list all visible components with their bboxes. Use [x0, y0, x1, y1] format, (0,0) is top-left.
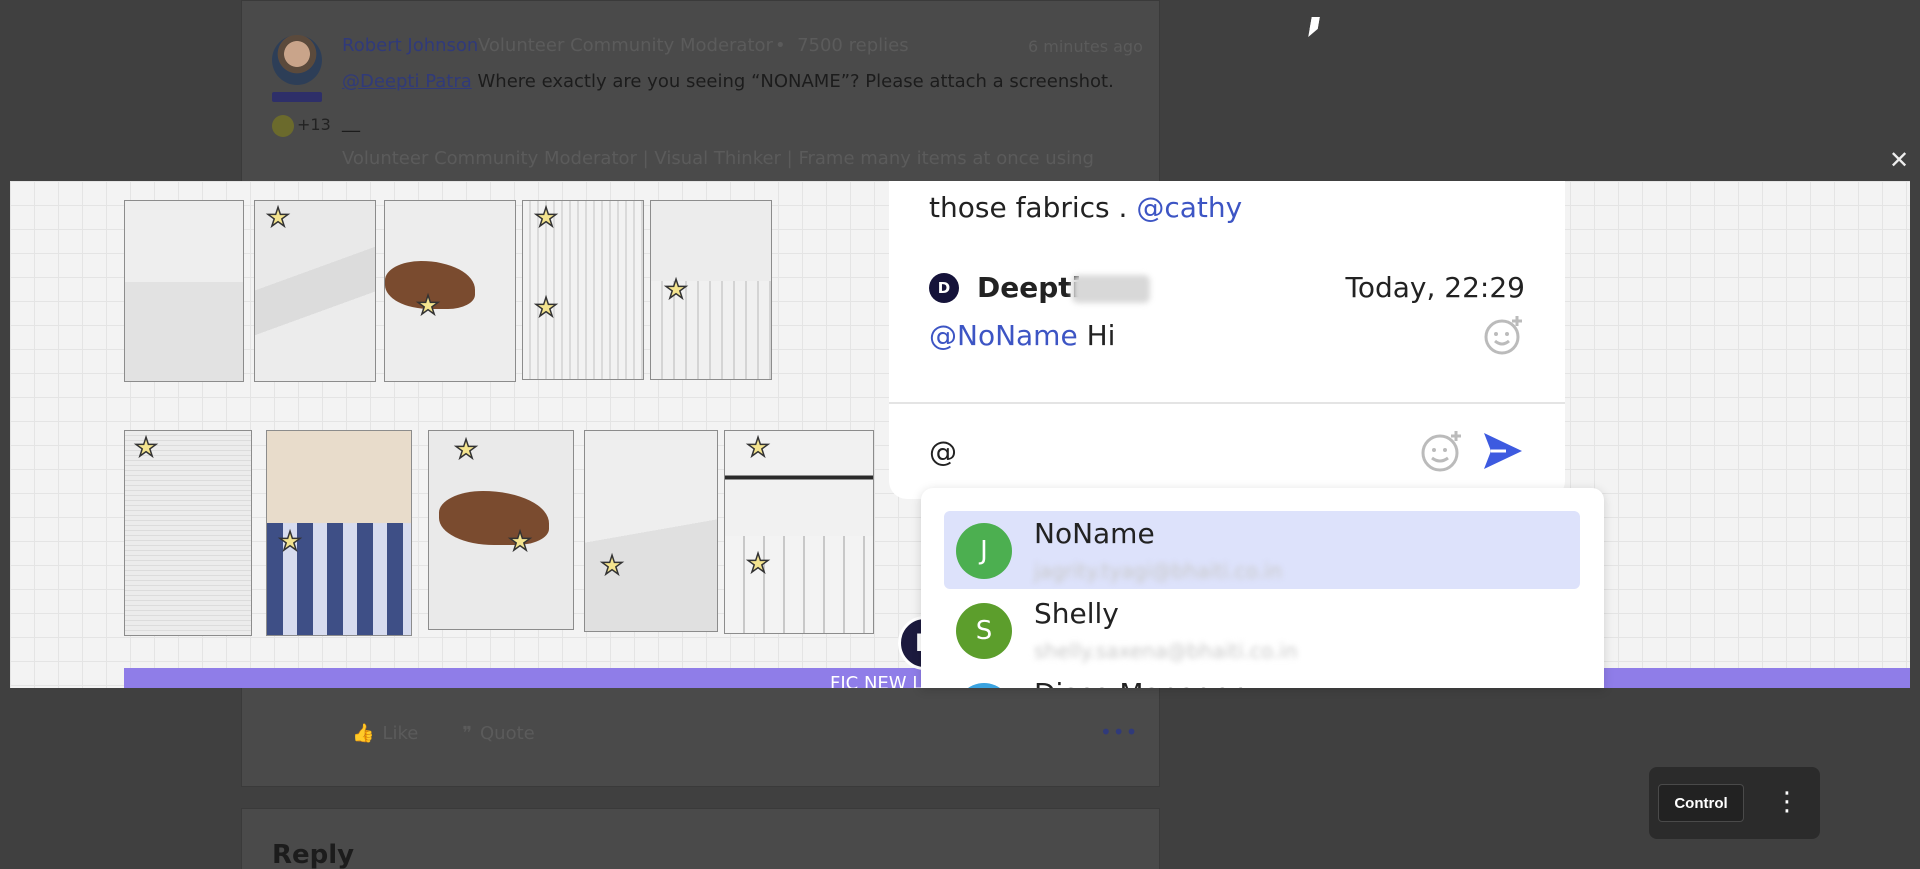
star-icon [414, 293, 442, 321]
badge-count: +13 [297, 115, 331, 134]
post-author-link[interactable]: Robert Johnson [342, 35, 478, 56]
badge-icon [272, 115, 294, 137]
mention-avatar: D [956, 683, 1012, 688]
star-icon [532, 205, 560, 233]
post-author-role: Volunteer Community Moderator [478, 35, 773, 56]
message-timestamp: Today, 22:29 [1345, 271, 1525, 304]
post-signature: Volunteer Community Moderator | Visual T… [342, 148, 1094, 169]
post-actions: 👍 Like ❞ Quote [352, 723, 535, 744]
fabric-photo [428, 430, 574, 630]
message-mention[interactable]: @NoName [929, 319, 1078, 352]
star-icon [662, 277, 690, 305]
fabric-photo [384, 200, 516, 382]
divider [889, 402, 1565, 404]
post-body: @Deepti Patra Where exactly are you seei… [342, 71, 1114, 92]
comment-input[interactable] [929, 426, 1409, 476]
quote-icon: ❞ [462, 723, 472, 744]
mention-avatar: J [956, 523, 1012, 579]
star-icon [452, 437, 480, 465]
mention-avatar: S [956, 603, 1012, 659]
thumbs-up-icon: 👍 [352, 723, 375, 744]
previous-comment-text: those fabrics . @cathy [929, 191, 1242, 224]
reply-heading: Reply [272, 840, 355, 869]
message-body: @NoName Hi [929, 319, 1115, 352]
add-reaction-icon[interactable] [1483, 314, 1525, 356]
post-body-text: Where exactly are you seeing “NONAME”? P… [471, 71, 1114, 92]
star-icon [506, 529, 534, 557]
mention-option[interactable]: J NoName jagrity.tyagi@bhaiti.co.in [944, 511, 1580, 589]
banner-text: FIC NEW L [830, 673, 923, 688]
star-icon [532, 295, 560, 323]
more-options-button[interactable]: ••• [1100, 720, 1138, 744]
send-icon[interactable] [1482, 431, 1524, 471]
quote-button[interactable]: ❞ Quote [462, 723, 534, 744]
mouse-cursor-icon [1308, 17, 1320, 37]
post-timestamp: 6 minutes ago [1028, 37, 1143, 56]
close-icon[interactable]: ✕ [1889, 146, 1909, 174]
signature-separator: __ [342, 112, 360, 133]
author-avatar[interactable] [272, 35, 322, 85]
star-icon [264, 205, 292, 233]
mention-option[interactable]: S Shelly shelly.saxena@bhaiti.co.in [944, 591, 1580, 669]
comment-panel: those fabrics . @cathy D Deepti Today, 2… [889, 181, 1565, 499]
mention-name: Disco Manager [1034, 677, 1242, 688]
like-button[interactable]: 👍 Like [352, 723, 418, 744]
fabric-photo [124, 200, 244, 382]
mention-option[interactable]: D Disco Manager [944, 671, 1580, 688]
control-widget: Control ⋮ [1649, 767, 1820, 839]
star-icon [744, 435, 772, 463]
previous-comment-mention[interactable]: @cathy [1136, 191, 1242, 224]
message-author: Deepti [977, 271, 1082, 304]
star-icon [744, 551, 772, 579]
post-author-replies: • 7500 replies [775, 35, 909, 56]
message-avatar: D [929, 273, 959, 303]
kebab-menu-icon[interactable]: ⋮ [1774, 787, 1800, 819]
mention-suggestions-dropdown: J NoName jagrity.tyagi@bhaiti.co.in S Sh… [921, 488, 1604, 688]
mention-email: jagrity.tyagi@bhaiti.co.in [1034, 559, 1283, 583]
mention-name: NoName [1034, 517, 1155, 550]
star-icon [598, 553, 626, 581]
fabric-photo [584, 430, 718, 632]
mention-name: Shelly [1034, 597, 1119, 630]
replies-count: 7500 replies [797, 35, 909, 56]
star-icon [132, 435, 160, 463]
reply-card [241, 808, 1160, 869]
separator: • [775, 35, 786, 56]
quote-label: Quote [480, 723, 535, 744]
previous-comment-body: those fabrics . [929, 191, 1137, 224]
mention-email: shelly.saxena@bhaiti.co.in [1034, 639, 1298, 663]
star-icon [276, 529, 304, 557]
post-mention-link[interactable]: @Deepti Patra [342, 71, 472, 92]
message-text: Hi [1077, 319, 1116, 352]
control-button[interactable]: Control [1658, 784, 1744, 822]
like-label: Like [382, 723, 419, 744]
rank-bar [272, 92, 322, 102]
message-author-blurred [1072, 275, 1150, 303]
emoji-picker-icon[interactable] [1420, 429, 1464, 473]
